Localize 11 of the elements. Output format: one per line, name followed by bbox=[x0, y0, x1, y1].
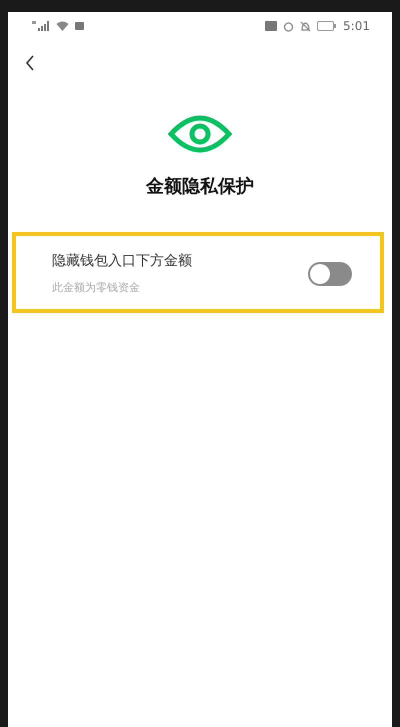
page-title: 金额隐私保护 bbox=[144, 175, 255, 198]
setting-label: 隐藏钱包入口下方金额 bbox=[52, 252, 192, 270]
eye-icon bbox=[168, 114, 232, 154]
signal-icon bbox=[32, 21, 50, 31]
mute-icon bbox=[300, 20, 312, 32]
status-time: 5:01 bbox=[343, 19, 370, 33]
wifi-icon bbox=[56, 21, 69, 31]
setting-description: 此金额为零钱资金 bbox=[52, 280, 141, 295]
toggle-switch[interactable] bbox=[308, 262, 352, 286]
battery-icon bbox=[317, 21, 338, 31]
chevron-left-icon bbox=[25, 55, 35, 71]
